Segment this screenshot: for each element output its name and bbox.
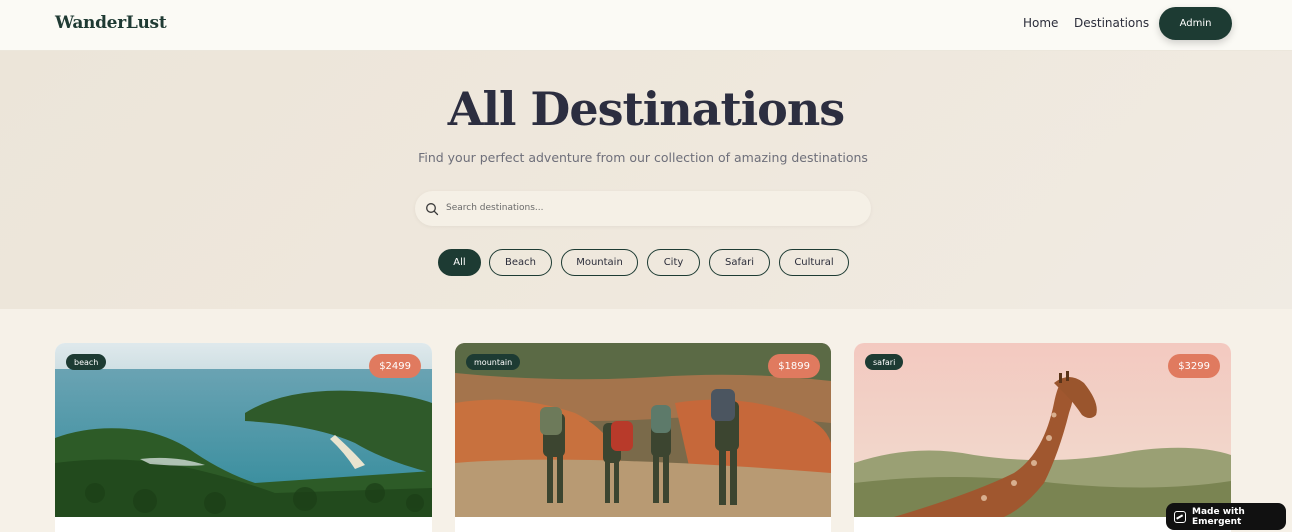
made-with-emergent-badge[interactable]: Made with Emergent — [1166, 503, 1286, 530]
page-title: All Destinations — [447, 82, 845, 136]
filter-chip-all[interactable]: All — [438, 249, 481, 276]
category-badge: safari — [865, 354, 904, 370]
price-badge: $3299 — [1168, 354, 1220, 378]
category-badge: beach — [66, 354, 107, 370]
nav-link-destinations[interactable]: Destinations — [1074, 16, 1149, 30]
destination-card[interactable]: mountain $1899 — [455, 343, 831, 532]
filter-chip-beach[interactable]: Beach — [489, 249, 552, 276]
filter-chip-city[interactable]: City — [647, 249, 700, 276]
search-input[interactable] — [446, 196, 856, 220]
emergent-badge-label: Made with Emergent — [1192, 506, 1245, 527]
price-badge: $1899 — [768, 354, 820, 378]
category-badge: mountain — [466, 354, 521, 370]
admin-button[interactable]: Admin — [1159, 7, 1232, 40]
top-nav-bar: WanderLust Home Destinations Admin — [0, 0, 1292, 51]
search-icon — [426, 203, 439, 216]
price-badge: $2499 — [369, 354, 421, 378]
page-subtitle: Find your perfect adventure from our col… — [418, 150, 868, 165]
filter-chip-cultural[interactable]: Cultural — [779, 249, 849, 276]
filter-chip-mountain[interactable]: Mountain — [561, 249, 638, 276]
emergent-logo-icon — [1174, 510, 1186, 523]
destination-card[interactable]: beach $2499 — [55, 343, 432, 532]
site-logo[interactable]: WanderLust — [55, 13, 167, 33]
filter-chip-safari[interactable]: Safari — [709, 249, 770, 276]
nav-link-home[interactable]: Home — [1023, 16, 1058, 30]
